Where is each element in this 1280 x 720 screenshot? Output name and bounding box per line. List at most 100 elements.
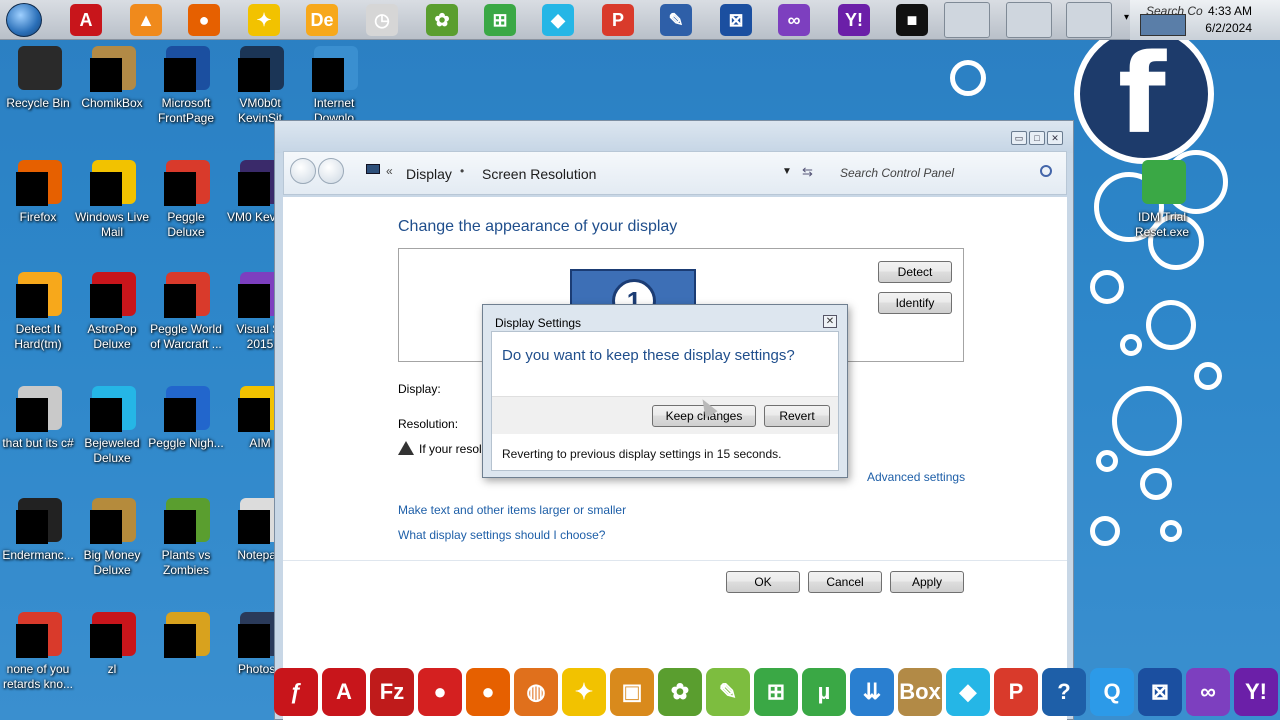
detect-it-easy-icon[interactable]: De bbox=[306, 4, 338, 36]
desktop-icon-detect-it-hard[interactable]: Detect It Hard(tm) bbox=[0, 272, 76, 352]
revert-button[interactable]: Revert bbox=[764, 405, 830, 427]
desktop-icon-zuma-2[interactable] bbox=[148, 612, 224, 662]
breadcrumb-overflow-icon[interactable]: « bbox=[386, 164, 393, 178]
desktop-icon-peggle-nights[interactable]: Peggle Nigh... bbox=[148, 386, 224, 451]
desktop-icon-peggle-world-of-warcraft[interactable]: Peggle World of Warcraft ... bbox=[148, 272, 224, 352]
search-icon[interactable] bbox=[1040, 165, 1052, 177]
desktop-icon-label: that but its c# bbox=[2, 436, 74, 450]
desktop-icon-zuma-2-image bbox=[164, 612, 210, 658]
back-button[interactable] bbox=[290, 158, 316, 184]
close-button[interactable]: ✕ bbox=[1047, 131, 1063, 145]
yahoo-messenger-icon[interactable]: Y! bbox=[838, 4, 870, 36]
desktop-icon-label: Firefox bbox=[19, 210, 57, 224]
monitor-1-tile[interactable]: 1 bbox=[570, 269, 696, 323]
apply-button[interactable]: Apply bbox=[890, 571, 964, 593]
desktop-icon-recycle-bin[interactable]: Recycle Bin bbox=[0, 46, 76, 111]
breadcrumb-display[interactable]: Display bbox=[406, 166, 452, 182]
dock-box-icon[interactable]: ▣ bbox=[610, 668, 654, 716]
adobe-reader-icon[interactable]: A bbox=[70, 4, 102, 36]
dialog-close-button[interactable]: ✕ bbox=[823, 315, 837, 328]
address-dropdown-icon[interactable]: ▼ bbox=[782, 166, 792, 177]
dock-chomikbox-icon[interactable]: Box bbox=[898, 668, 942, 716]
bejeweled-icon[interactable]: ◆ bbox=[542, 4, 574, 36]
desktop-icon-chomikbox[interactable]: ChomikBox bbox=[74, 46, 150, 111]
dock-peggle-icon[interactable]: P bbox=[994, 668, 1038, 716]
aim-runner-icon[interactable]: ✦ bbox=[248, 4, 280, 36]
display-help-link[interactable]: What display settings should I choose? bbox=[398, 528, 605, 542]
desktop-icon-bejeweled-deluxe[interactable]: Bejeweled Deluxe bbox=[74, 386, 150, 466]
desktop-icon-firefox[interactable]: Firefox bbox=[0, 160, 76, 225]
dock-filezilla-icon[interactable]: Fz bbox=[370, 668, 414, 716]
dock-visual-studio-icon[interactable]: ∞ bbox=[1186, 668, 1230, 716]
clock-time[interactable]: 4:33 AM bbox=[1208, 4, 1252, 18]
forward-button[interactable] bbox=[318, 158, 344, 184]
maximize-button[interactable]: □ bbox=[1029, 131, 1045, 145]
dock-flash-icon[interactable]: ƒ bbox=[274, 668, 318, 716]
desktop-icon-windows-live-mail[interactable]: Windows Live Mail bbox=[74, 160, 150, 240]
taskbar-active-item-1[interactable] bbox=[944, 2, 990, 38]
dock-aim-icon[interactable]: ✦ bbox=[562, 668, 606, 716]
desktop-icon-internet-download-image bbox=[312, 46, 358, 92]
firefox-icon[interactable]: ● bbox=[188, 4, 220, 36]
desktop-icon-none-of-you[interactable]: none of you retards kno... bbox=[0, 612, 76, 692]
desktop-icon-endermanch[interactable]: Endermanc... bbox=[0, 498, 76, 563]
refresh-icon[interactable]: ⇆ bbox=[802, 164, 813, 180]
vlc-icon[interactable]: ▲ bbox=[130, 4, 162, 36]
desktop-icon-big-money-deluxe[interactable]: Big Money Deluxe bbox=[74, 498, 150, 578]
dialog-body: Do you want to keep these display settin… bbox=[491, 331, 839, 471]
frontpage-icon[interactable]: ⊠ bbox=[720, 4, 752, 36]
text-size-link[interactable]: Make text and other items larger or smal… bbox=[398, 503, 626, 517]
desktop-icon-idm-trial-reset[interactable]: IDM Trial Reset.exe bbox=[1124, 160, 1200, 240]
plants-vs-zombies-icon[interactable]: ✿ bbox=[426, 4, 458, 36]
dock-firefox-icon[interactable]: ● bbox=[466, 668, 510, 716]
visual-studio-icon[interactable]: ∞ bbox=[778, 4, 810, 36]
dock-red-monster-icon[interactable]: ● bbox=[418, 668, 462, 716]
desktop-icon-zuma[interactable]: zl bbox=[74, 612, 150, 677]
peggle-icon[interactable]: P bbox=[602, 4, 634, 36]
dock-frontpage-icon[interactable]: ⊠ bbox=[1138, 668, 1182, 716]
taskbar-active-item-2[interactable] bbox=[1006, 2, 1052, 38]
search-control-panel-input[interactable]: Search Control Panel bbox=[840, 166, 954, 180]
dock-adobe-reader-icon[interactable]: A bbox=[322, 668, 366, 716]
cancel-button[interactable]: Cancel bbox=[808, 571, 882, 593]
desktop-icon-label: Detect It Hard(tm) bbox=[14, 322, 62, 351]
clock-date[interactable]: 6/2/2024 bbox=[1205, 21, 1252, 35]
desktop-icon-vm[interactable]: VM0b0t KevinSit bbox=[222, 46, 298, 126]
detect-button[interactable]: Detect bbox=[878, 261, 952, 283]
dock-thunderbird-icon[interactable]: ◍ bbox=[514, 668, 558, 716]
taskbar-active-item-3[interactable] bbox=[1066, 2, 1112, 38]
desktop-icon-peggle-deluxe[interactable]: Peggle Deluxe bbox=[148, 160, 224, 240]
desktop-icon-astropop-deluxe[interactable]: AstroPop Deluxe bbox=[74, 272, 150, 352]
desktop-icon-microsoft-frontpage[interactable]: Microsoft FrontPage bbox=[148, 46, 224, 126]
start-button[interactable] bbox=[6, 3, 42, 37]
identify-button[interactable]: Identify bbox=[878, 292, 952, 314]
desktop-icon-label: ChomikBox bbox=[81, 96, 143, 110]
advanced-settings-link[interactable]: Advanced settings bbox=[867, 470, 965, 484]
dock-yahoo-icon[interactable]: Y! bbox=[1234, 668, 1278, 716]
windows-flag-icon[interactable]: ⊞ bbox=[484, 4, 516, 36]
desktop-icon-label: Bejeweled Deluxe bbox=[84, 436, 140, 465]
dock-plants-vs-zombies-icon[interactable]: ✿ bbox=[658, 668, 702, 716]
desktop-icon-internet-download[interactable]: Internet Downlo bbox=[296, 46, 372, 126]
dock-bejeweled-icon[interactable]: ◆ bbox=[946, 668, 990, 716]
window-titlebar[interactable]: ▭ □ ✕ bbox=[275, 121, 1073, 153]
desktop-icon-that-but-its-csharp[interactable]: that but its c# bbox=[0, 386, 76, 451]
dock-image-editor-icon[interactable]: ✎ bbox=[706, 668, 750, 716]
black-box-icon[interactable]: ■ bbox=[896, 4, 928, 36]
desktop-icon-peggle-deluxe-image bbox=[164, 160, 210, 206]
dock-idm-icon[interactable]: ⇊ bbox=[850, 668, 894, 716]
address-bar: « Display • Screen Resolution ▼ ⇆ Search… bbox=[283, 151, 1067, 195]
minimize-button[interactable]: ▭ bbox=[1011, 131, 1027, 145]
dock-quicktime-icon[interactable]: Q bbox=[1090, 668, 1134, 716]
ok-button[interactable]: OK bbox=[726, 571, 800, 593]
dock-help-icon[interactable]: ? bbox=[1042, 668, 1086, 716]
tray-search-hint[interactable]: Search Co bbox=[1146, 4, 1203, 18]
bottom-dock: ƒ A Fz ● ● ◍ ✦ ▣ ✿ ✎ ⊞ µ ⇊ Box ◆ P? Q ⊠ ∞ Y! bbox=[274, 664, 1280, 720]
clock-app-icon[interactable]: ◷ bbox=[366, 4, 398, 36]
image-editor-icon[interactable]: ✎ bbox=[660, 4, 692, 36]
tray-expand-icon[interactable]: ▾ bbox=[1124, 12, 1129, 23]
breadcrumb-screen-resolution[interactable]: Screen Resolution bbox=[482, 166, 596, 182]
dock-windows-flag-icon[interactable]: ⊞ bbox=[754, 668, 798, 716]
dock-utorrent-icon[interactable]: µ bbox=[802, 668, 846, 716]
desktop-icon-plants-vs-zombies[interactable]: Plants vs Zombies bbox=[148, 498, 224, 578]
